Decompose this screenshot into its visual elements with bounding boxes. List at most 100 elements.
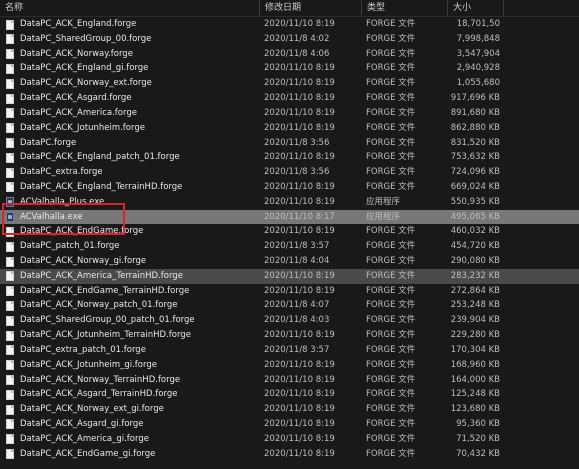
column-header-date[interactable]: 修改日期 [259,0,361,16]
file-name: DataPC_extra_patch_01.forge [20,344,146,355]
file-size: 283,232 KB [450,270,500,281]
file-name: DataPC_ACK_America_gi.forge [20,433,149,444]
file-size: 891,680 KB [450,107,500,118]
file-type: FORGE 文件 [366,374,416,385]
file-list: DataPC_ACK_England.forge 2020/11/10 8:19 F… [0,17,579,461]
file-name: DataPC_ACK_America_TerrainHD.forge [20,270,183,281]
file-row[interactable]: DataPC_ACK_Jotunheim_gi.forge 2020/11/10 … [0,358,579,373]
file-date: 2020/11/10 8:19 [264,93,335,104]
file-row[interactable]: DataPC_ACK_Asgard_TerrainHD.forge 2020/11… [0,387,579,402]
file-date: 2020/11/8 3:57 [264,344,330,355]
file-size: 862,880 KB [450,122,500,133]
file-row[interactable]: DataPC_ACK_EndGame_TerrainHD.forge 2020/1… [0,284,579,299]
file-row[interactable]: DataPC_ACK_Norway_TerrainHD.forge 2020/11… [0,373,579,388]
file-size: 170,304 KB [450,344,500,355]
file-row[interactable]: DataPC_ACK_Norway_ext_gi.forge 2020/11/10… [0,402,579,417]
file-row[interactable]: DataPC_ACK_Asgard_gi.forge 2020/11/10 8:1… [0,417,579,432]
file-size: 71,520 KB [456,433,500,444]
file-icon [6,138,14,148]
file-date: 2020/11/10 8:19 [264,389,335,400]
file-icon [6,63,14,74]
file-date: 2020/11/10 8:19 [264,152,335,163]
file-row[interactable]: DataPC_ACK_Asgard.forge 2020/11/10 8:19 FO… [0,91,579,106]
file-type: FORGE 文件 [366,359,416,370]
file-name: DataPC_ACK_Norway_TerrainHD.forge [20,374,181,385]
file-row[interactable]: DataPC_ACK_Norway_patch_01.forge 2020/11/… [0,298,579,313]
file-type: FORGE 文件 [366,63,416,74]
file-type: FORGE 文件 [366,300,416,311]
file-row[interactable]: DataPC_ACK_England.forge 2020/11/10 8:19 F… [0,17,579,32]
red-highlight-box [2,203,125,235]
file-date: 2020/11/8 4:07 [264,300,330,311]
file-date: 2020/11/8 4:03 [264,315,330,326]
file-row[interactable]: DataPC_ACK_EndGame_gi.forge 2020/11/10 8:… [0,447,579,462]
file-icon [6,286,14,297]
file-row[interactable]: DataPC_ACK_America_TerrainHD.forge 2020/1… [0,268,579,284]
file-size: 164,000 KB [450,374,500,385]
file-size: 2,940,928 [456,63,500,74]
file-size: 454,720 KB [450,241,500,252]
file-name: DataPC_ACK_EndGame_TerrainHD.forge [20,285,190,296]
file-type: FORGE 文件 [366,315,416,326]
file-type: FORGE 文件 [366,330,416,341]
column-header-name[interactable]: 名称 [0,0,259,16]
file-row[interactable]: DataPC_patch_01.forge 2020/11/8 3:57 FORGE… [0,239,579,254]
file-row[interactable]: DataPC_ACK_Norway.forge 2020/11/8 4:06 FOR… [0,47,579,62]
file-row[interactable]: DataPC_extra.forge 2020/11/8 3:56 FORGE 文件… [0,165,579,180]
file-size: 95,360 KB [456,418,500,429]
file-name: DataPC_ACK_Asgard_gi.forge [20,418,144,429]
file-type: FORGE 文件 [366,270,416,281]
file-row[interactable]: DataPC_ACK_Jotunheim.forge 2020/11/10 8:1… [0,121,579,136]
file-row[interactable]: DataPC_ACK_America_gi.forge 2020/11/10 8:… [0,432,579,447]
file-icon [6,167,14,178]
file-icon [6,108,14,119]
file-icon [6,49,14,60]
file-icon [6,34,14,45]
file-date: 2020/11/8 3:56 [264,167,330,178]
file-type: FORGE 文件 [366,137,416,148]
file-date: 2020/11/10 8:19 [264,122,335,133]
file-row[interactable]: DataPC_ACK_Norway_gi.forge 2020/11/8 4:04… [0,254,579,269]
file-name: DataPC_ACK_Norway_patch_01.forge [20,300,178,311]
file-row[interactable]: DataPC_ACK_Norway_ext.forge 2020/11/10 8:… [0,76,579,91]
file-date: 2020/11/10 8:19 [264,374,335,385]
file-type: FORGE 文件 [366,33,416,44]
file-date: 2020/11/10 8:19 [264,404,335,415]
file-name: DataPC_ACK_England_TerrainHD.forge [20,181,183,192]
file-date: 2020/11/10 8:19 [264,448,335,459]
file-type: FORGE 文件 [366,93,416,104]
file-type: FORGE 文件 [366,256,416,266]
file-size: 253,248 KB [450,300,500,311]
file-icon [6,419,14,430]
file-size: 168,960 KB [450,359,500,370]
file-row[interactable]: DataPC_SharedGroup_00.forge 2020/11/8 4:0… [0,32,579,47]
file-type: 应用程序 [366,196,401,207]
file-name: DataPC_ACK_Norway_ext.forge [20,78,152,89]
file-icon [6,449,14,460]
file-date: 2020/11/10 8:19 [264,226,335,237]
file-name: DataPC_ACK_Jotunheim_gi.forge [20,359,157,370]
file-row[interactable]: DataPC_extra_patch_01.forge 2020/11/8 3:5… [0,343,579,358]
file-date: 2020/11/10 8:19 [264,181,335,192]
file-name: DataPC_ACK_Jotunheim.forge [20,122,145,133]
file-row[interactable]: DataPC.forge 2020/11/8 3:56 FORGE 文件 831,52… [0,136,579,151]
file-row[interactable]: DataPC_ACK_America.forge 2020/11/10 8:19 F… [0,106,579,121]
file-row[interactable]: DataPC_ACK_Jotunheim_TerrainHD.forge 2020… [0,328,579,343]
file-row[interactable]: DataPC_ACK_England_patch_01.forge 2020/11… [0,150,579,165]
file-name: DataPC_ACK_Asgard.forge [20,93,132,104]
file-row[interactable]: DataPC_ACK_England_TerrainHD.forge 2020/1… [0,180,579,195]
file-name: DataPC_ACK_America.forge [20,107,137,118]
file-name: DataPC.forge [20,137,77,148]
file-size: 460,032 KB [450,226,500,237]
file-type: FORGE 文件 [366,48,416,59]
file-type: FORGE 文件 [366,448,416,459]
file-row[interactable]: DataPC_SharedGroup_00_patch_01.forge 2020… [0,313,579,328]
file-name: DataPC_ACK_Norway_ext_gi.forge [20,404,164,415]
file-type: 应用程序 [366,211,401,222]
file-icon [6,256,14,267]
file-icon [6,434,14,445]
column-header-size[interactable]: 大小 [447,0,503,16]
file-type: FORGE 文件 [366,78,416,89]
file-row[interactable]: DataPC_ACK_England_gi.forge 2020/11/10 8:… [0,61,579,76]
column-header-type[interactable]: 类型 [361,0,447,16]
